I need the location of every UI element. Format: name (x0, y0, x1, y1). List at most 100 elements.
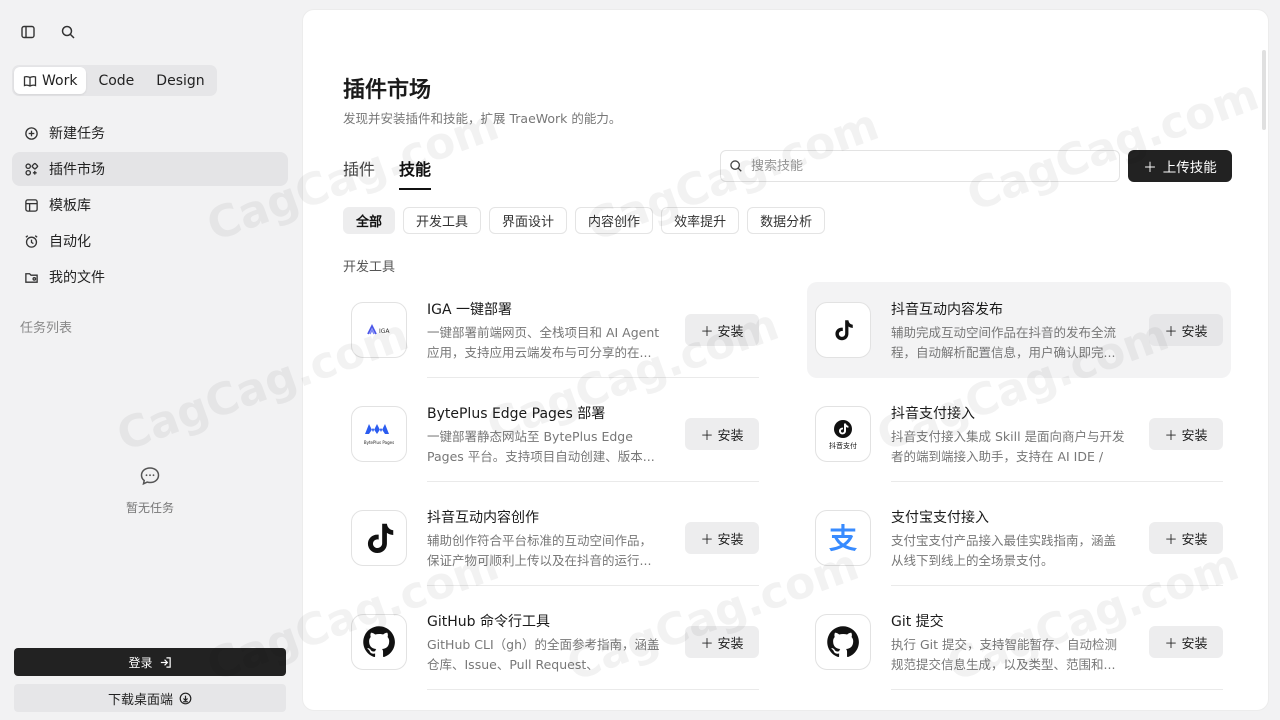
sidebar-item-plugin-market[interactable]: 插件市场 (12, 152, 288, 186)
template-icon (25, 198, 38, 212)
sidebar-item-label: 我的文件 (49, 270, 105, 286)
install-button[interactable]: ＋安装 (1149, 314, 1223, 346)
card-title: 支付宝支付接入 (891, 510, 989, 526)
sidebar-item-label: 自动化 (49, 234, 91, 250)
install-button[interactable]: ＋安装 (685, 418, 759, 450)
mode-label: Code (98, 72, 135, 89)
filter-chip-productivity[interactable]: 效率提升 (661, 207, 740, 234)
folder-user-icon (25, 272, 38, 283)
plus-icon: ＋ (700, 428, 714, 444)
card-description: GitHub CLI（gh）的全面参考指南，涵盖仓库、Issue、Pull Re… (427, 637, 660, 672)
login-label: 登录 (128, 655, 153, 670)
card-title: 抖音互动内容创作 (427, 510, 539, 526)
sidebar-item-label: 插件市场 (49, 162, 105, 178)
skill-card-douyin-pay[interactable]: 抖音支付 抖音支付接入 抖音支付接入集成 Skill 是面向商户与开发者的端到端… (807, 386, 1231, 482)
chat-bubble-icon (140, 467, 160, 486)
divider (891, 689, 1223, 690)
login-arrow-icon (160, 656, 171, 668)
filter-chip-data-analysis[interactable]: 数据分析 (747, 207, 826, 234)
search-box (720, 150, 1120, 182)
search-icon[interactable] (58, 22, 78, 42)
upload-skill-button[interactable]: ＋ 上传技能 (1128, 150, 1232, 182)
install-label: 安装 (717, 532, 744, 548)
card-description: 辅助创作符合平台标准的互动空间作品，保证产物可顺利上传以及在抖音的运行... (427, 533, 653, 568)
tiktok-logo-icon (351, 510, 407, 566)
skill-card-iga[interactable]: IGA IGA 一键部署 一键部署前端网页、全栈项目和 AI Agent 应用，… (343, 282, 767, 378)
tab-plugins[interactable]: 插件 (343, 156, 375, 190)
github-logo-icon (351, 614, 407, 670)
filter-chip-all[interactable]: 全部 (343, 207, 396, 234)
card-title: BytePlus Edge Pages 部署 (427, 406, 606, 422)
skill-card-douyin-publish[interactable]: 抖音互动内容发布 辅助完成互动空间作品在抖音的发布全流程，自动解析配置信息，用户… (807, 282, 1231, 378)
skill-card-alipay[interactable]: 支 支付宝支付接入 支付宝支付产品接入最佳实践指南，涵盖从线下到线上的全场景支付… (807, 490, 1231, 586)
divider (891, 481, 1223, 482)
main-panel: 插件市场 发现并安装插件和技能，扩展 TraeWork 的能力。 插件 技能 ＋… (302, 9, 1269, 711)
card-title: 抖音支付接入 (891, 406, 975, 422)
sidebar-item-my-files[interactable]: 我的文件 (12, 260, 288, 294)
install-label: 安装 (1181, 428, 1208, 444)
install-label: 安装 (1181, 636, 1208, 652)
svg-text:支: 支 (829, 522, 857, 555)
card-description: 支付宝支付产品接入最佳实践指南，涵盖从线下到线上的全场景支付。 (891, 533, 1117, 568)
card-title: IGA 一键部署 (427, 302, 513, 318)
alipay-logo-icon: 支 (815, 510, 871, 566)
sidebar-item-label: 模板库 (49, 198, 91, 214)
download-label: 下载桌面端 (107, 692, 173, 708)
skill-card-douyin-create[interactable]: 抖音互动内容创作 辅助创作符合平台标准的互动空间作品，保证产物可顺利上传以及在抖… (343, 490, 767, 586)
card-description: 辅助完成互动空间作品在抖音的发布全流程，自动解析配置信息，用户确认即完... (891, 325, 1117, 360)
card-description: 一键部署前端网页、全栈项目和 AI Agent 应用，支持应用云端发布与可分享的… (427, 325, 660, 360)
empty-state-text: 暂无任务 (125, 501, 174, 515)
byteplus-logo-icon: BytePlus Pages (351, 406, 407, 462)
search-input[interactable] (751, 158, 1091, 174)
install-button[interactable]: ＋安装 (1149, 522, 1223, 554)
toggle-sidebar-icon[interactable] (18, 22, 38, 42)
mode-tab-design[interactable]: Design (146, 67, 214, 94)
divider (427, 585, 759, 586)
login-button[interactable]: 登录 (14, 648, 286, 676)
card-title: GitHub 命令行工具 (427, 614, 550, 630)
install-button[interactable]: ＋安装 (1149, 626, 1223, 658)
page-title: 插件市场 (343, 78, 432, 103)
card-description: 抖音支付接入集成 Skill 是面向商户与开发者的端到端接入助手，支持在 AI … (891, 429, 1125, 464)
install-label: 安装 (717, 636, 744, 652)
install-button[interactable]: ＋安装 (685, 522, 759, 554)
plus-icon: ＋ (1143, 160, 1157, 176)
plus-icon: ＋ (700, 532, 714, 548)
mode-label: Work (42, 72, 78, 89)
plus-icon: ＋ (1164, 532, 1178, 548)
filter-chip-ui-design[interactable]: 界面设计 (489, 207, 568, 234)
download-circle-icon (179, 692, 192, 704)
install-label: 安装 (1181, 324, 1208, 340)
download-desktop-button[interactable]: 下载桌面端 (14, 684, 286, 712)
filter-chip-dev-tools[interactable]: 开发工具 (403, 207, 482, 234)
iga-logo-text: IGA (379, 328, 390, 335)
sidebar-item-new-task[interactable]: 新建任务 (12, 116, 288, 150)
sidebar-item-templates[interactable]: 模板库 (12, 188, 288, 222)
mode-tab-work[interactable]: Work (14, 67, 87, 94)
divider (427, 481, 759, 482)
install-button[interactable]: ＋安装 (685, 314, 759, 346)
sidebar-item-automation[interactable]: 自动化 (12, 224, 288, 258)
skill-card-byteplus[interactable]: BytePlus Pages BytePlus Edge Pages 部署 一键… (343, 386, 767, 482)
filter-chip-content[interactable]: 内容创作 (575, 207, 654, 234)
tab-skills[interactable]: 技能 (399, 156, 432, 190)
scrollbar[interactable] (1262, 50, 1266, 130)
tiktok-logo-icon (815, 302, 871, 358)
sidebar-item-label: 新建任务 (49, 126, 105, 142)
plus-icon: ＋ (1164, 428, 1178, 444)
plus-circle-icon (25, 126, 38, 140)
skill-card-git-commit[interactable]: Git 提交 执行 Git 提交，支持智能暂存、自动检测规范提交信息生成，以及类… (807, 594, 1231, 690)
iga-logo-icon: IGA (351, 302, 407, 358)
mode-tab-code[interactable]: Code (88, 67, 144, 94)
mode-switch: Work Code Design (12, 65, 217, 96)
sidebar: Work Code Design 新建任务 插件市场 模板库 自动化 我的文件 (0, 0, 300, 720)
install-button[interactable]: ＋安装 (1149, 418, 1223, 450)
card-title: Git 提交 (891, 614, 944, 630)
book-icon (23, 75, 37, 87)
install-button[interactable]: ＋安装 (685, 626, 759, 658)
skill-card-github-cli[interactable]: GitHub 命令行工具 GitHub CLI（gh）的全面参考指南，涵盖仓库、… (343, 594, 767, 690)
divider (427, 377, 759, 378)
plus-icon: ＋ (1164, 324, 1178, 340)
install-label: 安装 (1181, 532, 1208, 548)
empty-state: 暂无任务 (0, 465, 300, 516)
